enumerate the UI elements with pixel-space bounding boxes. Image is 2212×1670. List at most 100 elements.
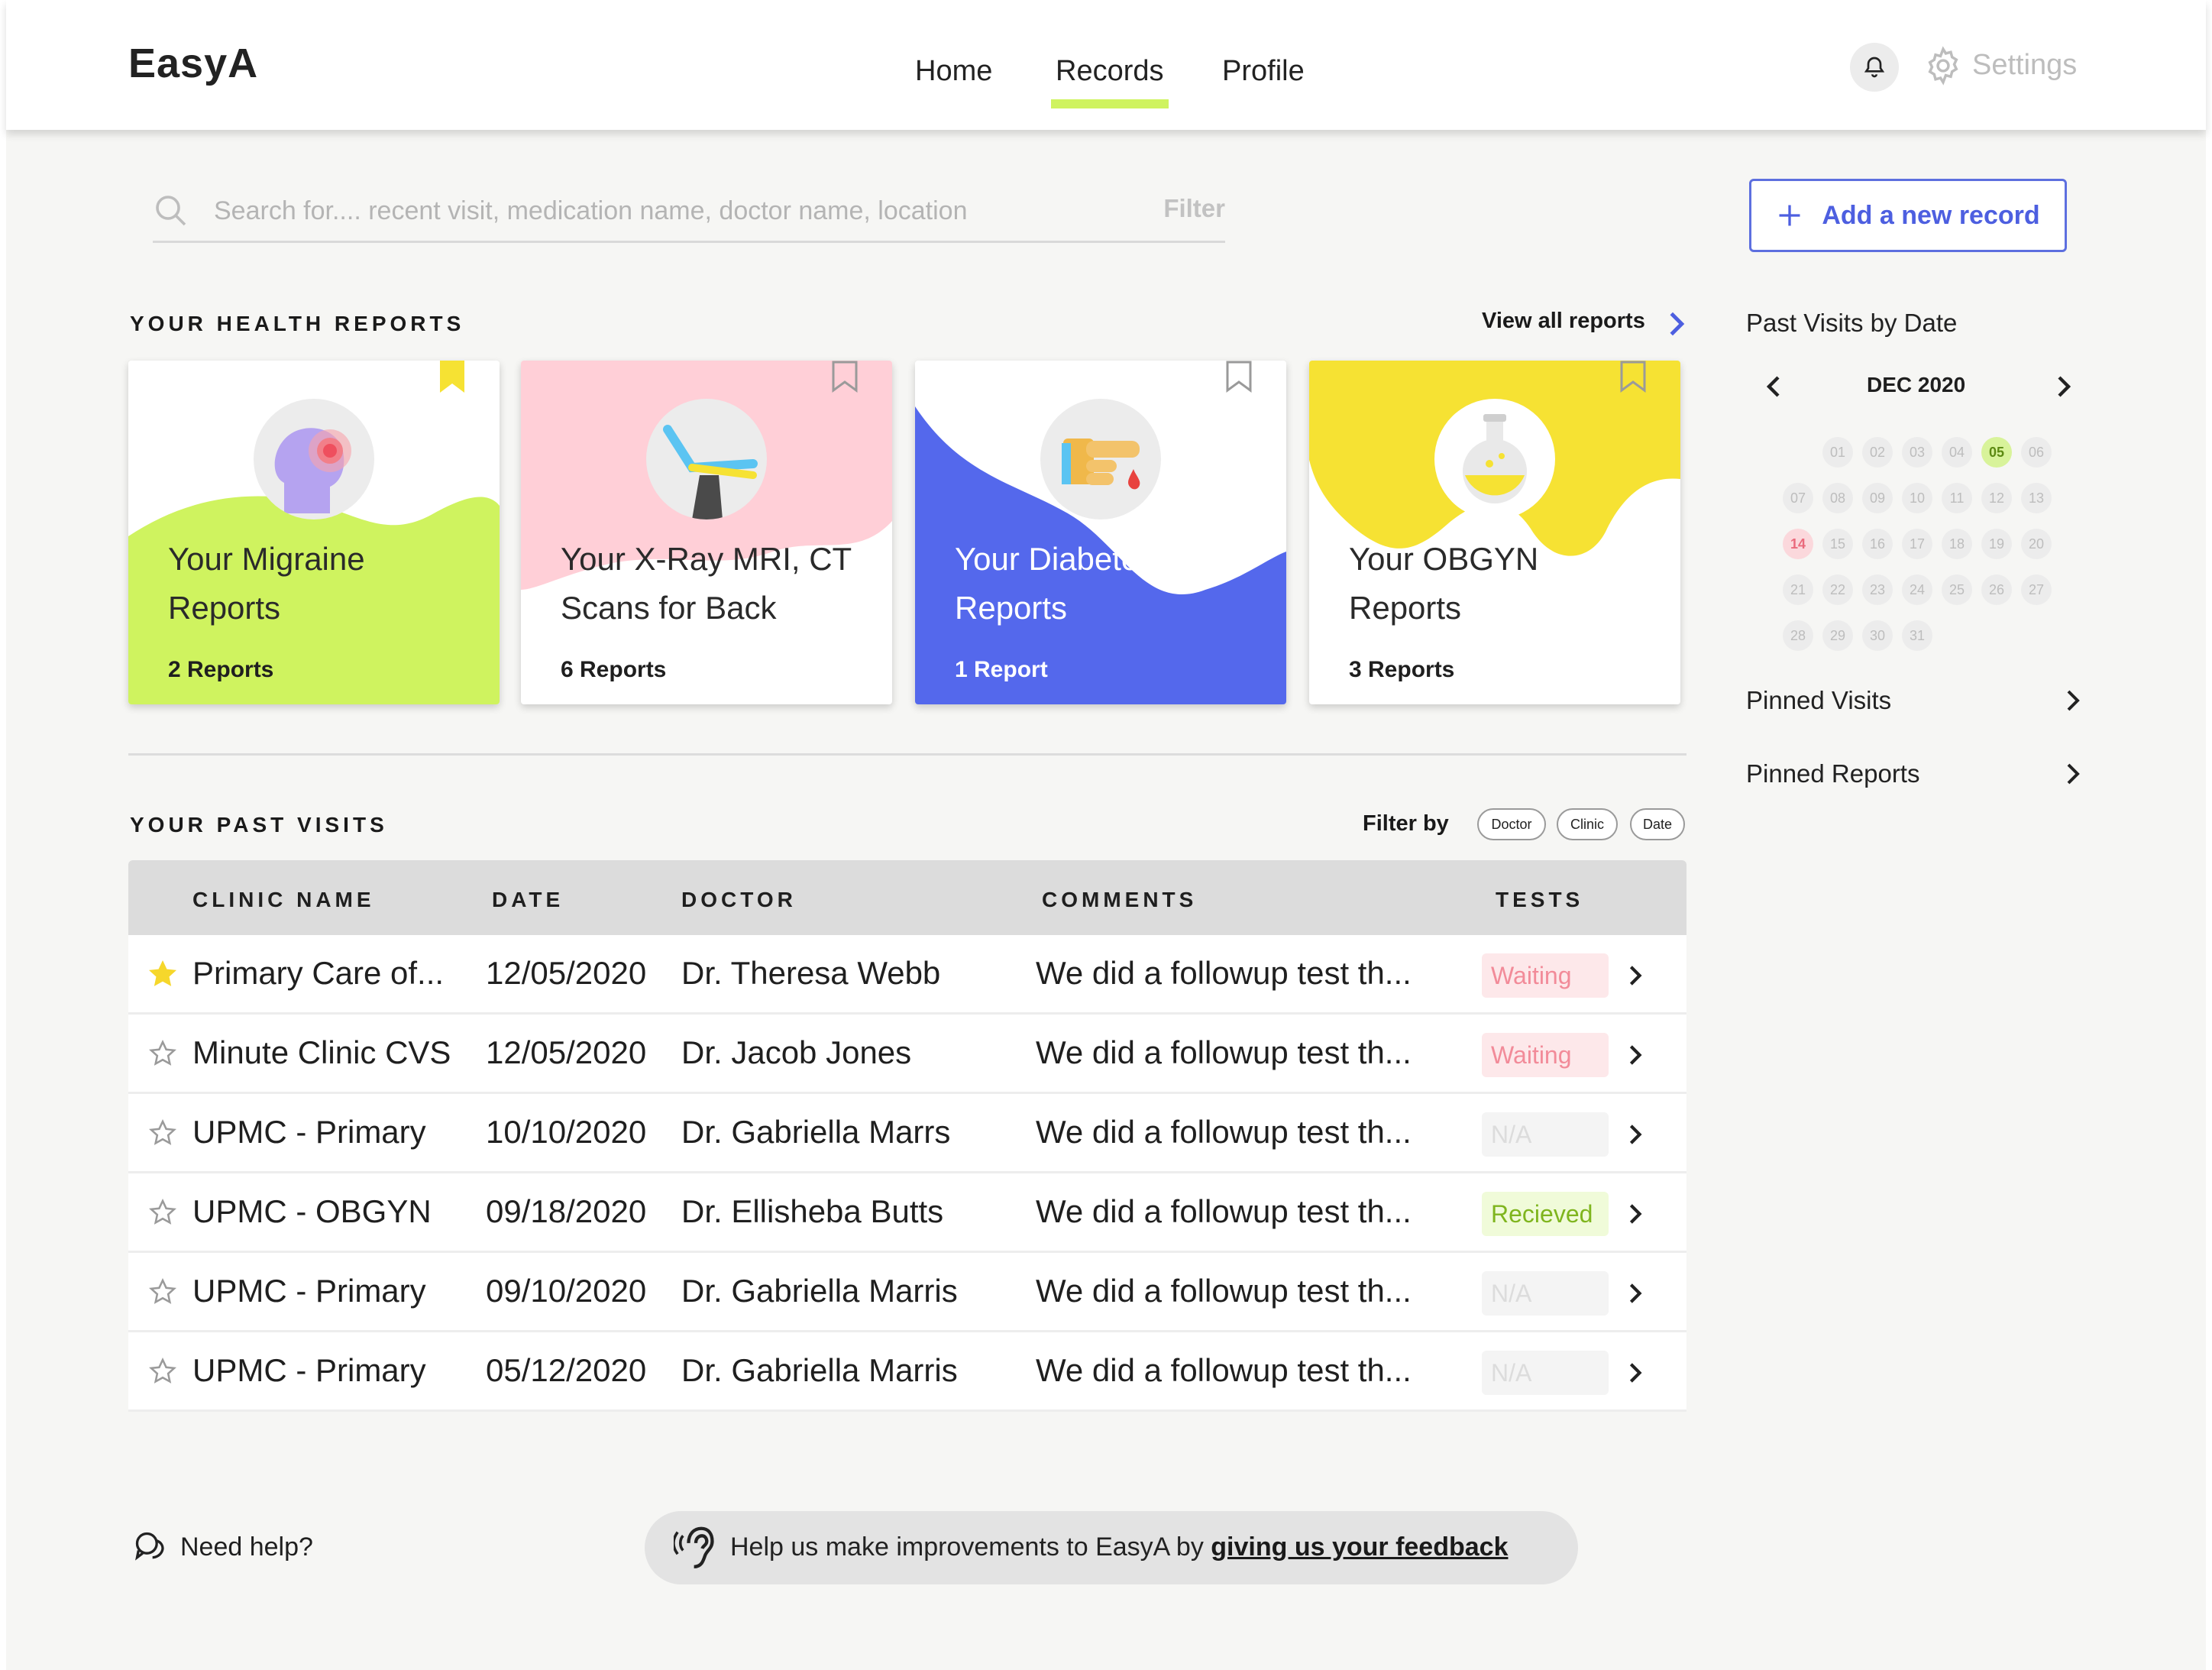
calendar-day[interactable]: 21 xyxy=(1783,574,1813,605)
calendar-day[interactable]: 24 xyxy=(1902,574,1932,605)
report-card-migraine[interactable]: Your Migraine Reports 2 Reports xyxy=(128,361,500,704)
column-header-tests[interactable]: TESTS xyxy=(1496,888,1583,912)
star-icon[interactable] xyxy=(148,1357,177,1386)
star-icon[interactable] xyxy=(148,1198,177,1227)
star-icon[interactable] xyxy=(148,960,177,989)
calendar-day[interactable]: 06 xyxy=(2021,437,2052,468)
feedback-text: Help us make improvements to EasyA by gi… xyxy=(730,1532,1509,1562)
star-icon[interactable] xyxy=(148,1277,177,1306)
pinned-visits-link[interactable]: Pinned Visits xyxy=(1746,686,1891,715)
calendar-day[interactable]: 13 xyxy=(2021,483,2052,513)
calendar-day[interactable]: 15 xyxy=(1822,529,1853,559)
nav-records[interactable]: Records xyxy=(1051,55,1168,108)
calendar-day[interactable]: 04 xyxy=(1942,437,1972,468)
filter-chip-date[interactable]: Date xyxy=(1630,808,1685,840)
calendar-day[interactable]: 10 xyxy=(1902,483,1932,513)
bookmark-icon[interactable] xyxy=(1225,361,1253,394)
table-row[interactable]: UPMC - Primary 09/10/2020 Dr. Gabriella Ma… xyxy=(128,1253,1686,1332)
report-card-title: Your Diabetes Reports xyxy=(955,541,1156,626)
ear-icon xyxy=(674,1526,714,1568)
calendar-day[interactable]: 18 xyxy=(1942,529,1972,559)
chevron-right-icon[interactable] xyxy=(1625,964,1645,987)
table-row[interactable]: Minute Clinic CVS 12/05/2020 Dr. Jacob Jon… xyxy=(128,1015,1686,1094)
top-header: EasyA Home Records Profile Settings xyxy=(6,0,2206,130)
calendar-day[interactable]: 30 xyxy=(1862,620,1893,651)
calendar-day[interactable]: 29 xyxy=(1822,620,1853,651)
settings-link[interactable]: Settings xyxy=(1972,49,2077,82)
chevron-left-icon[interactable] xyxy=(1764,374,1783,399)
nav-profile[interactable]: Profile xyxy=(1222,55,1305,88)
need-help-link[interactable]: Need help? xyxy=(180,1532,313,1562)
calendar-day[interactable]: 31 xyxy=(1902,620,1932,651)
clinic-name: UPMC - Primary xyxy=(192,1273,426,1309)
column-header-date[interactable]: DATE xyxy=(492,888,564,912)
calendar-day[interactable]: 14 xyxy=(1783,529,1813,559)
chevron-right-icon[interactable] xyxy=(1625,1282,1645,1305)
visit-date: 12/05/2020 xyxy=(486,1034,647,1070)
report-card-obgyn[interactable]: Your OBGYN Reports 3 Reports xyxy=(1309,361,1680,704)
chevron-right-icon[interactable] xyxy=(2064,761,2082,787)
calendar-day[interactable]: 03 xyxy=(1902,437,1932,468)
app-logo[interactable]: EasyA xyxy=(128,40,258,87)
column-header-comments[interactable]: COMMENTS xyxy=(1042,888,1197,912)
chevron-right-icon[interactable] xyxy=(2055,374,2073,399)
table-row[interactable]: UPMC - Primary 10/10/2020 Dr. Gabriella Ma… xyxy=(128,1094,1686,1173)
search-bar: Filter xyxy=(153,183,1225,243)
report-card-xray[interactable]: Your X-Ray MRI, CT Scans for Back 6 Repor… xyxy=(521,361,892,704)
calendar-day[interactable]: 12 xyxy=(1981,483,2012,513)
column-header-doctor[interactable]: DOCTOR xyxy=(681,888,797,912)
calendar-day[interactable]: 25 xyxy=(1942,574,1972,605)
calendar-day[interactable]: 17 xyxy=(1902,529,1932,559)
visit-comment: We did a followup test th... xyxy=(1036,1034,1412,1070)
star-icon[interactable] xyxy=(148,1039,177,1068)
column-header-clinic[interactable]: CLINIC NAME xyxy=(192,888,375,912)
calendar-day[interactable]: 09 xyxy=(1862,483,1893,513)
chevron-right-icon[interactable] xyxy=(1625,1123,1645,1146)
chevron-right-icon[interactable] xyxy=(1625,1044,1645,1066)
feedback-link[interactable]: giving us your feedback xyxy=(1211,1532,1508,1562)
calendar-day[interactable]: 11 xyxy=(1942,483,1972,513)
chevron-right-icon[interactable] xyxy=(1625,1202,1645,1225)
report-card-diabetes[interactable]: Your Diabetes Reports 1 Report xyxy=(915,361,1286,704)
calendar-day[interactable]: 19 xyxy=(1981,529,2012,559)
pinned-reports-link[interactable]: Pinned Reports xyxy=(1746,759,1919,788)
calendar-day[interactable]: 05 xyxy=(1981,437,2012,468)
calendar-day[interactable]: 16 xyxy=(1862,529,1893,559)
bookmark-icon[interactable] xyxy=(1619,361,1647,394)
calendar-day[interactable]: 22 xyxy=(1822,574,1853,605)
report-card-count: 3 Reports xyxy=(1349,657,1455,682)
search-input[interactable] xyxy=(214,189,1100,232)
calendar-day[interactable]: 02 xyxy=(1862,437,1893,468)
chevron-right-icon[interactable] xyxy=(1665,310,1688,338)
table-row[interactable]: UPMC - OBGYN 09/18/2020 Dr. Ellisheba Butt… xyxy=(128,1173,1686,1253)
flask-icon xyxy=(1434,399,1555,519)
calendar-day[interactable]: 27 xyxy=(2021,574,2052,605)
bookmark-icon[interactable] xyxy=(438,361,466,394)
dental-chair-icon xyxy=(646,399,767,519)
past-visits-title: YOUR PAST VISITS xyxy=(130,813,388,837)
calendar-day[interactable]: 07 xyxy=(1783,483,1813,513)
calendar-day[interactable]: 26 xyxy=(1981,574,2012,605)
add-record-button[interactable]: Add a new record xyxy=(1749,179,2067,252)
bookmark-icon[interactable] xyxy=(831,361,859,394)
filter-chip-clinic[interactable]: Clinic xyxy=(1557,808,1618,840)
visit-comment: We did a followup test th... xyxy=(1036,1193,1412,1229)
notifications-button[interactable] xyxy=(1850,43,1899,92)
calendar-day[interactable]: 28 xyxy=(1783,620,1813,651)
table-row[interactable]: Primary Care of... 12/05/2020 Dr. Theresa … xyxy=(128,935,1686,1015)
table-row[interactable]: UPMC - Primary 05/12/2020 Dr. Gabriella Ma… xyxy=(128,1332,1686,1412)
calendar-day[interactable]: 08 xyxy=(1822,483,1853,513)
chevron-right-icon[interactable] xyxy=(1625,1361,1645,1384)
star-icon[interactable] xyxy=(148,1118,177,1147)
calendar-day[interactable]: 20 xyxy=(2021,529,2052,559)
nav-home[interactable]: Home xyxy=(915,55,992,88)
calendar-day[interactable]: 23 xyxy=(1862,574,1893,605)
filter-chip-doctor[interactable]: Doctor xyxy=(1477,808,1546,840)
filter-button[interactable]: Filter xyxy=(1163,194,1225,223)
gear-icon[interactable] xyxy=(1923,46,1963,86)
calendar-day[interactable]: 01 xyxy=(1822,437,1853,468)
view-all-reports-link[interactable]: View all reports xyxy=(1482,309,1645,334)
chat-help-icon[interactable] xyxy=(133,1529,167,1563)
chevron-right-icon[interactable] xyxy=(2064,688,2082,714)
visit-date: 12/05/2020 xyxy=(486,955,647,991)
